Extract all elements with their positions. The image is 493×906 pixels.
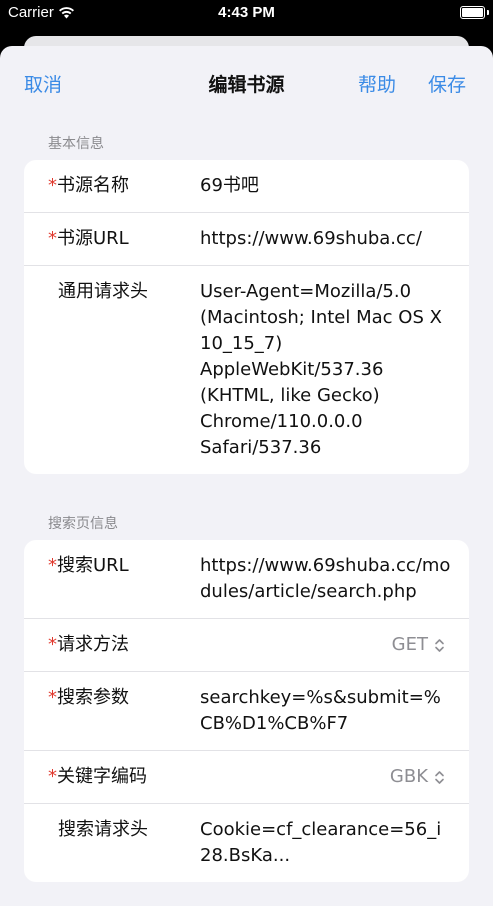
search-url-row[interactable]: *搜索URL https://www.69shuba.cc/modules/ar…	[24, 540, 469, 619]
search-params-label: *搜索参数	[48, 687, 129, 708]
common-headers-row[interactable]: 通用请求头 User-Agent=Mozilla/5.0 (Macintosh;…	[24, 266, 469, 474]
required-mark: *	[48, 175, 57, 196]
section-header-search: 搜索页信息	[48, 516, 118, 532]
keyword-encoding-value: GBK	[389, 766, 428, 787]
search-headers-row[interactable]: 搜索请求头 Cookie=cf_clearance=56_i28.BsKa...	[24, 804, 469, 882]
battery-icon	[460, 6, 485, 19]
help-button[interactable]: 帮助	[358, 70, 396, 97]
source-url-field[interactable]: https://www.69shuba.cc/	[200, 213, 469, 265]
search-headers-field[interactable]: Cookie=cf_clearance=56_i28.BsKa...	[200, 804, 469, 882]
request-method-row[interactable]: *请求方法 GET	[24, 619, 469, 672]
status-bar: Carrier 4:43 PM	[0, 0, 493, 26]
request-method-select[interactable]: GET	[392, 632, 445, 658]
search-url-label: *搜索URL	[48, 555, 129, 576]
chevron-up-down-icon	[435, 770, 444, 784]
source-url-label: *书源URL	[48, 228, 129, 249]
edit-source-sheet: 取消 编辑书源 帮助 保存 基本信息 *书源名称 69书吧 *书源URL htt…	[0, 46, 493, 906]
search-params-row[interactable]: *搜索参数 searchkey=%s&submit=%CB%D1%CB%F7	[24, 672, 469, 751]
save-button[interactable]: 保存	[428, 70, 466, 97]
keyword-encoding-row[interactable]: *关键字编码 GBK	[24, 751, 469, 804]
source-name-row[interactable]: *书源名称 69书吧	[24, 160, 469, 213]
search-url-field[interactable]: https://www.69shuba.cc/modules/article/s…	[200, 540, 469, 618]
search-info-card: *搜索URL https://www.69shuba.cc/modules/ar…	[24, 540, 469, 882]
required-mark: *	[48, 687, 57, 708]
request-method-label: *请求方法	[48, 634, 129, 655]
source-url-row[interactable]: *书源URL https://www.69shuba.cc/	[24, 213, 469, 266]
chevron-up-down-icon	[435, 638, 444, 652]
required-mark: *	[48, 766, 57, 787]
keyword-encoding-label: *关键字编码	[48, 766, 147, 787]
page-title: 编辑书源	[208, 74, 285, 96]
request-method-value: GET	[391, 634, 428, 655]
basic-info-card: *书源名称 69书吧 *书源URL https://www.69shuba.cc…	[24, 160, 469, 474]
required-mark: *	[48, 228, 57, 249]
common-headers-label: 通用请求头	[58, 281, 148, 302]
source-name-label: *书源名称	[48, 175, 129, 196]
status-time: 4:43 PM	[218, 4, 275, 21]
source-name-field[interactable]: 69书吧	[200, 160, 469, 212]
navigation-bar: 取消 编辑书源 帮助 保存	[0, 46, 493, 118]
search-headers-label: 搜索请求头	[58, 819, 148, 840]
required-mark: *	[48, 634, 57, 655]
common-headers-field[interactable]: User-Agent=Mozilla/5.0 (Macintosh; Intel…	[200, 266, 469, 474]
keyword-encoding-select[interactable]: GBK	[390, 764, 445, 790]
required-mark: *	[48, 555, 57, 576]
search-params-field[interactable]: searchkey=%s&submit=%CB%D1%CB%F7	[200, 672, 469, 750]
battery-tip	[487, 10, 489, 15]
section-header-basic: 基本信息	[48, 136, 104, 152]
